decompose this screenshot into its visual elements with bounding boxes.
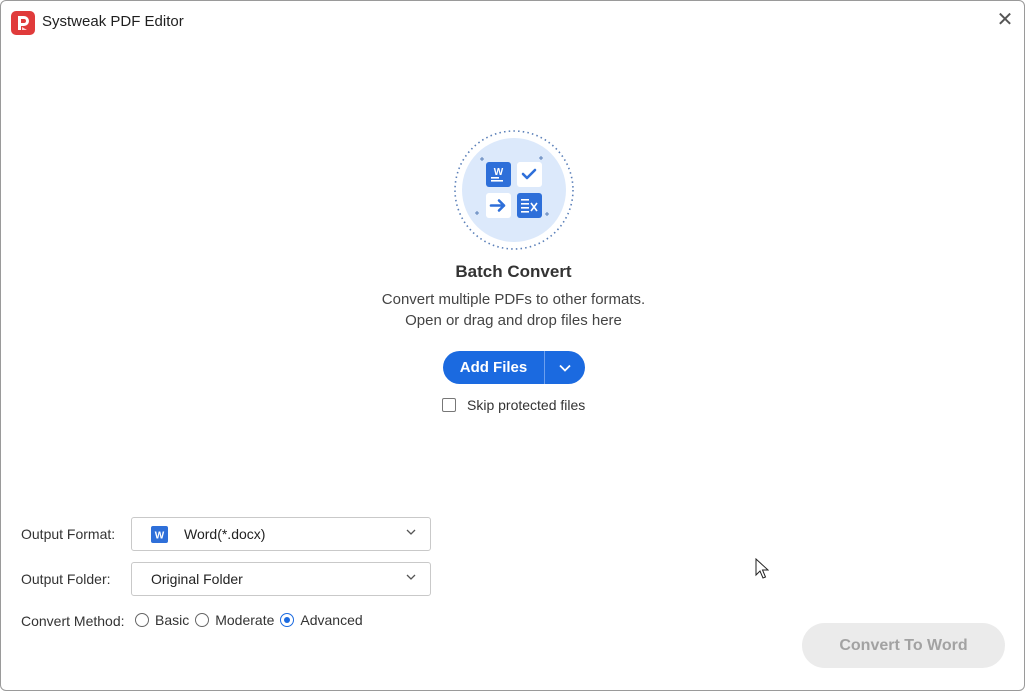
skip-protected-checkbox[interactable] <box>442 398 456 412</box>
add-files-split-button: Add Files <box>443 351 585 384</box>
convert-method-radio-group: Basic Moderate Advanced <box>135 612 369 628</box>
method-moderate-radio[interactable]: Moderate <box>195 612 274 628</box>
output-folder-value: Original Folder <box>151 571 243 587</box>
output-format-label: Output Format: <box>21 526 116 542</box>
word-icon: W <box>151 526 168 543</box>
page-heading: Batch Convert <box>455 262 572 281</box>
description-line-2: Open or drag and drop files here <box>405 312 622 329</box>
app-logo-icon <box>11 11 35 35</box>
app-window: Systweak PDF Editor ✕ W Batch Convert Co… <box>0 0 1025 691</box>
description-line-1: Convert multiple PDFs to other formats. <box>381 291 646 308</box>
radio-circle-selected[interactable] <box>280 613 295 627</box>
output-folder-select[interactable]: Original Folder <box>131 562 431 596</box>
output-format-value: Word(*.docx) <box>184 526 266 542</box>
radio-circle[interactable] <box>195 613 210 627</box>
svg-text:W: W <box>494 167 504 178</box>
method-moderate-label: Moderate <box>215 612 275 628</box>
svg-text:W: W <box>155 531 165 542</box>
method-basic-label: Basic <box>155 612 190 628</box>
convert-method-label: Convert Method: <box>21 613 125 629</box>
chevron-down-icon <box>559 364 571 372</box>
mouse-pointer-icon <box>755 558 769 579</box>
add-files-button[interactable]: Add Files <box>443 351 544 384</box>
radio-circle[interactable] <box>135 613 149 627</box>
batch-convert-illustration-icon: W <box>454 130 574 250</box>
method-advanced-radio[interactable]: Advanced <box>280 612 363 628</box>
chevron-down-icon <box>406 574 416 580</box>
close-button[interactable]: ✕ <box>994 9 1016 31</box>
app-title: Systweak PDF Editor <box>42 13 184 30</box>
skip-protected-option[interactable]: Skip protected files <box>442 397 585 413</box>
method-advanced-label: Advanced <box>300 612 363 628</box>
skip-protected-label: Skip protected files <box>467 397 586 413</box>
method-basic-radio[interactable]: Basic <box>135 612 189 628</box>
add-files-dropdown-button[interactable] <box>545 351 585 384</box>
output-folder-label: Output Folder: <box>21 571 111 587</box>
output-format-select[interactable]: W Word(*.docx) <box>131 517 431 551</box>
title-bar: Systweak PDF Editor ✕ <box>1 1 1024 45</box>
convert-to-word-button[interactable]: Convert To Word <box>802 623 1005 668</box>
chevron-down-icon <box>406 529 416 535</box>
